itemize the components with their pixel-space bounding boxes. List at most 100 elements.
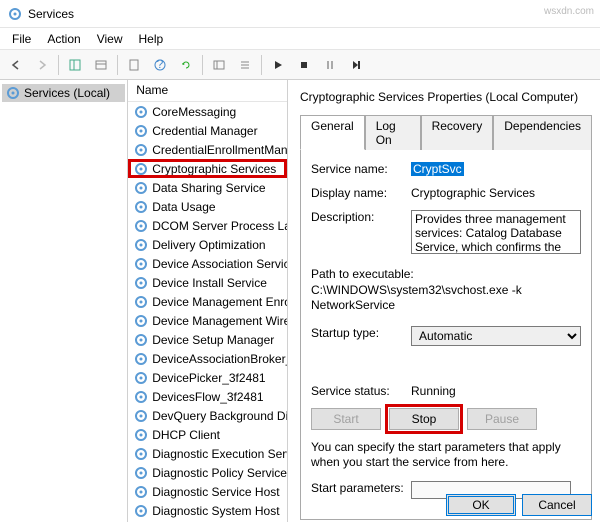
- service-icon: [134, 162, 148, 176]
- menu-view[interactable]: View: [89, 30, 131, 48]
- service-icon: [134, 200, 148, 214]
- show-hide-button[interactable]: [63, 53, 87, 77]
- service-row[interactable]: Device Management Wirele...: [128, 311, 287, 330]
- service-icon: [134, 276, 148, 290]
- window-title: Services: [28, 7, 74, 21]
- help-button[interactable]: ?: [148, 53, 172, 77]
- tab-dependencies[interactable]: Dependencies: [493, 115, 592, 150]
- service-name-label: DevicesFlow_3f2481: [152, 390, 263, 404]
- service-row[interactable]: CoreMessaging: [128, 102, 287, 121]
- service-row[interactable]: DevicesFlow_3f2481: [128, 387, 287, 406]
- watermark: wsxdn.com: [544, 6, 594, 17]
- toolbar: ?: [0, 50, 600, 80]
- label-service-status: Service status:: [311, 384, 411, 398]
- service-row[interactable]: DevQuery Background Disc...: [128, 406, 287, 425]
- view-detail-button[interactable]: [207, 53, 231, 77]
- tab-recovery[interactable]: Recovery: [421, 115, 494, 150]
- service-icon: [134, 124, 148, 138]
- view-list-button[interactable]: [233, 53, 257, 77]
- service-row[interactable]: Data Sharing Service: [128, 178, 287, 197]
- value-service-name[interactable]: CryptSvc: [411, 162, 464, 176]
- service-icon: [134, 390, 148, 404]
- label-description: Description:: [311, 210, 411, 257]
- service-name-label: Credential Manager: [152, 124, 257, 138]
- menu-file[interactable]: File: [4, 30, 39, 48]
- general-panel: Service name: CryptSvc Display name: Cry…: [300, 150, 592, 520]
- service-name-label: DevQuery Background Disc...: [152, 409, 287, 423]
- tab-general[interactable]: General: [300, 115, 365, 150]
- label-display-name: Display name:: [311, 186, 411, 200]
- service-row[interactable]: Cryptographic Services: [128, 159, 287, 178]
- properties-button[interactable]: [89, 53, 113, 77]
- service-row[interactable]: DCOM Server Process Laun...: [128, 216, 287, 235]
- forward-button[interactable]: [30, 53, 54, 77]
- service-icon: [134, 105, 148, 119]
- service-name-label: Device Management Enroll...: [152, 295, 287, 309]
- menu-help[interactable]: Help: [131, 30, 172, 48]
- service-row[interactable]: Device Association Service: [128, 254, 287, 273]
- back-button[interactable]: [4, 53, 28, 77]
- service-row[interactable]: Device Management Enroll...: [128, 292, 287, 311]
- service-name-label: Data Sharing Service: [152, 181, 265, 195]
- service-icon: [134, 295, 148, 309]
- window-titlebar: Services: [0, 0, 600, 28]
- service-icon: [134, 428, 148, 442]
- service-icon: [134, 238, 148, 252]
- dialog-title: Cryptographic Services Properties (Local…: [300, 90, 592, 104]
- label-startup-type: Startup type:: [311, 326, 411, 346]
- service-row[interactable]: Device Setup Manager: [128, 330, 287, 349]
- pause-button: Pause: [467, 408, 537, 430]
- service-row[interactable]: Diagnostic Service Host: [128, 482, 287, 501]
- service-name-label: Cryptographic Services: [152, 162, 276, 176]
- service-name-label: DevicePicker_3f2481: [152, 371, 265, 385]
- service-icon: [134, 466, 148, 480]
- service-name-label: CoreMessaging: [152, 105, 236, 119]
- service-name-label: CredentialEnrollmentMana...: [152, 143, 287, 157]
- ok-button[interactable]: OK: [446, 494, 516, 516]
- service-row[interactable]: Diagnostic System Host: [128, 501, 287, 520]
- service-row[interactable]: DeviceAssociationBroker_3...: [128, 349, 287, 368]
- refresh-button[interactable]: [174, 53, 198, 77]
- service-name-label: DHCP Client: [152, 428, 220, 442]
- nav-tree: Services (Local): [0, 80, 128, 522]
- service-icon: [134, 314, 148, 328]
- service-row[interactable]: Diagnostic Policy Service: [128, 463, 287, 482]
- startup-type-select[interactable]: Automatic: [411, 326, 581, 346]
- value-path: C:\WINDOWS\system32\svchost.exe -k Netwo…: [311, 283, 581, 314]
- properties-dialog: Cryptographic Services Properties (Local…: [288, 80, 600, 522]
- label-start-parameters: Start parameters:: [311, 481, 411, 499]
- service-icon: [134, 219, 148, 233]
- menubar: File Action View Help: [0, 28, 600, 50]
- export-button[interactable]: [122, 53, 146, 77]
- service-name-label: Data Usage: [152, 200, 215, 214]
- service-row[interactable]: DHCP Client: [128, 425, 287, 444]
- service-row[interactable]: Delivery Optimization: [128, 235, 287, 254]
- stop-service-button[interactable]: [292, 53, 316, 77]
- cancel-button[interactable]: Cancel: [522, 494, 592, 516]
- service-name-label: Diagnostic Service Host: [152, 485, 279, 499]
- service-icon: [134, 143, 148, 157]
- tab-logon[interactable]: Log On: [365, 115, 421, 150]
- service-name-label: Device Association Service: [152, 257, 287, 271]
- tabs: General Log On Recovery Dependencies: [300, 114, 592, 150]
- pause-service-button[interactable]: [318, 53, 342, 77]
- value-service-status: Running: [411, 384, 581, 398]
- service-row[interactable]: Diagnostic Execution Service: [128, 444, 287, 463]
- restart-service-button[interactable]: [344, 53, 368, 77]
- service-name-label: Diagnostic Execution Service: [152, 447, 287, 461]
- service-row[interactable]: Credential Manager: [128, 121, 287, 140]
- service-row[interactable]: Data Usage: [128, 197, 287, 216]
- column-header-name[interactable]: Name: [128, 80, 287, 102]
- service-name-label: Delivery Optimization: [152, 238, 265, 252]
- service-row[interactable]: Device Install Service: [128, 273, 287, 292]
- stop-button[interactable]: Stop: [389, 408, 459, 430]
- start-service-button[interactable]: [266, 53, 290, 77]
- service-icon: [134, 504, 148, 518]
- nav-services-local[interactable]: Services (Local): [2, 84, 125, 102]
- service-row[interactable]: CredentialEnrollmentMana...: [128, 140, 287, 159]
- value-description[interactable]: Provides three management services: Cata…: [411, 210, 581, 254]
- services-icon: [8, 7, 22, 21]
- value-display-name: Cryptographic Services: [411, 186, 581, 200]
- menu-action[interactable]: Action: [39, 30, 88, 48]
- service-row[interactable]: DevicePicker_3f2481: [128, 368, 287, 387]
